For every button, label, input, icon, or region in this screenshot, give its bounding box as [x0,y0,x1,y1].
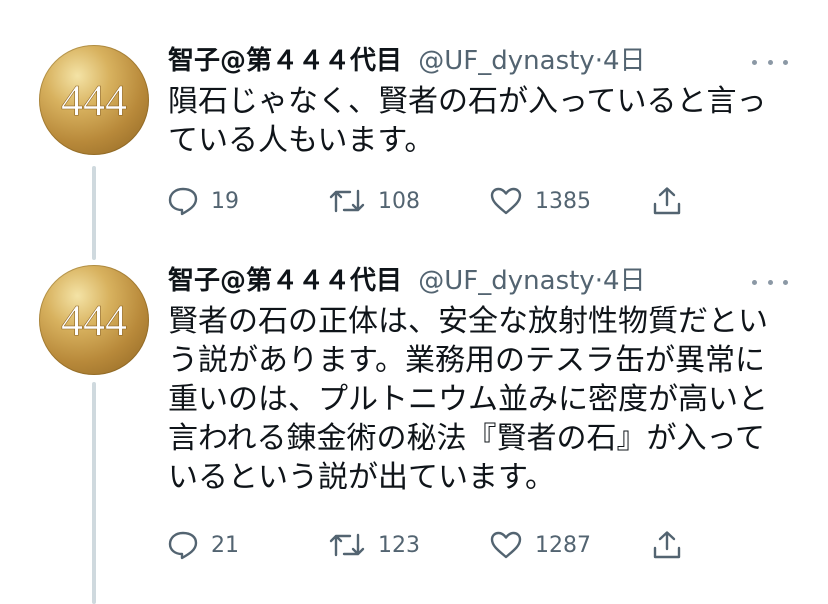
retweet-count: 123 [378,532,420,558]
tweet-actions: 21 123 1287 [0,525,828,565]
tweet-text-line: う説があります。業務用のテスラ缶が異常に [168,343,765,378]
heart-icon [490,531,522,559]
reply-icon [168,531,198,560]
tweet-text-line: 賢者の石の正体は、安全な放射性物質だとい [168,304,768,339]
tweet-text-line: いるという説が出ています。 [168,460,555,495]
timestamp[interactable]: 4日 [603,266,646,296]
tweet-text-line: 重いのは、プルトニウム並みに密度が高いと [168,382,768,417]
share-icon [653,531,681,559]
like-count: 1287 [535,532,591,558]
more-dots-icon[interactable] [752,272,788,292]
reply-button[interactable]: 21 [167,525,239,565]
tweet-text: 賢者の石の正体は、安全な放射性物質だとい う説があります。業務用のテスラ缶が異常… [168,302,778,497]
avatar-label: 444 [61,296,127,345]
retweet-button[interactable]: 123 [328,525,420,565]
tweet-text-line: 言われる錬金術の秘法『賢者の石』が入って [168,421,765,456]
like-button[interactable]: 1287 [489,525,591,565]
tweet-header: 智子@第４４４代目 @UF_dynasty·4日 [168,263,646,299]
retweet-icon [329,533,365,557]
avatar[interactable]: 444 [39,265,149,375]
display-name[interactable]: 智子@第４４４代目 [168,266,402,296]
reply-count: 21 [211,532,239,558]
tweet[interactable]: 444 智子@第４４４代目 @UF_dynasty·4日 賢者の石の正体は、安全… [0,0,828,604]
separator-dot: · [594,266,603,296]
share-button[interactable] [651,525,683,565]
user-handle[interactable]: @UF_dynasty [418,266,594,296]
